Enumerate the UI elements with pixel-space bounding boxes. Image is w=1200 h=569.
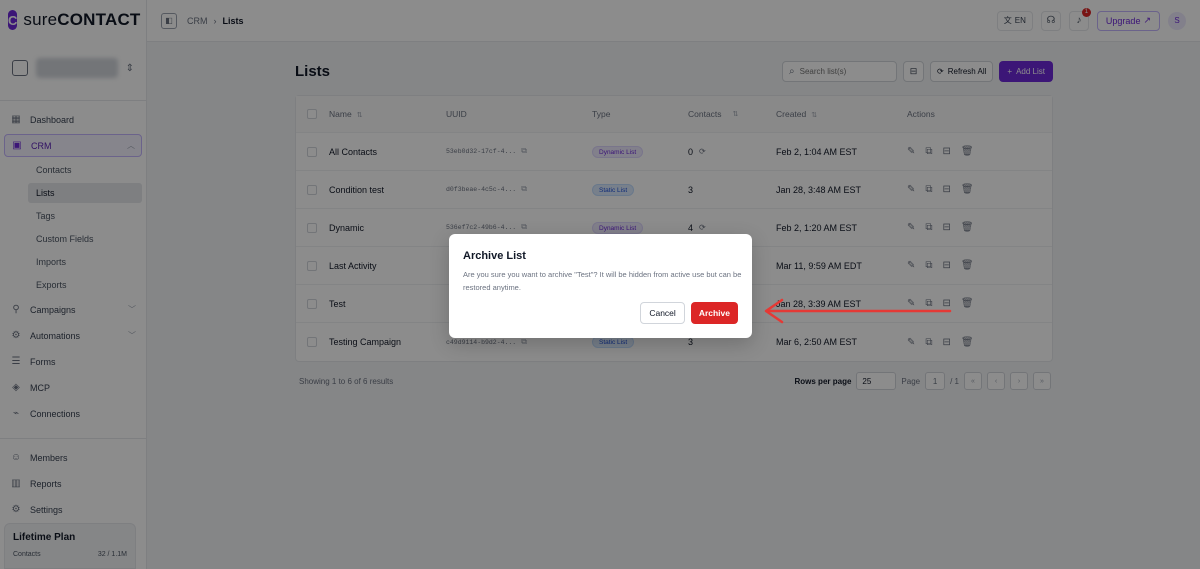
annotation-arrow-icon [764,298,952,324]
dialog-title: Archive List [463,250,526,262]
dialog-message: Are you sure you want to archive "Test"?… [463,270,742,292]
cancel-button[interactable]: Cancel [640,302,685,324]
archive-button[interactable]: Archive [690,302,738,324]
archive-list-dialog: Archive List Are you sure you want to ar… [449,234,752,338]
